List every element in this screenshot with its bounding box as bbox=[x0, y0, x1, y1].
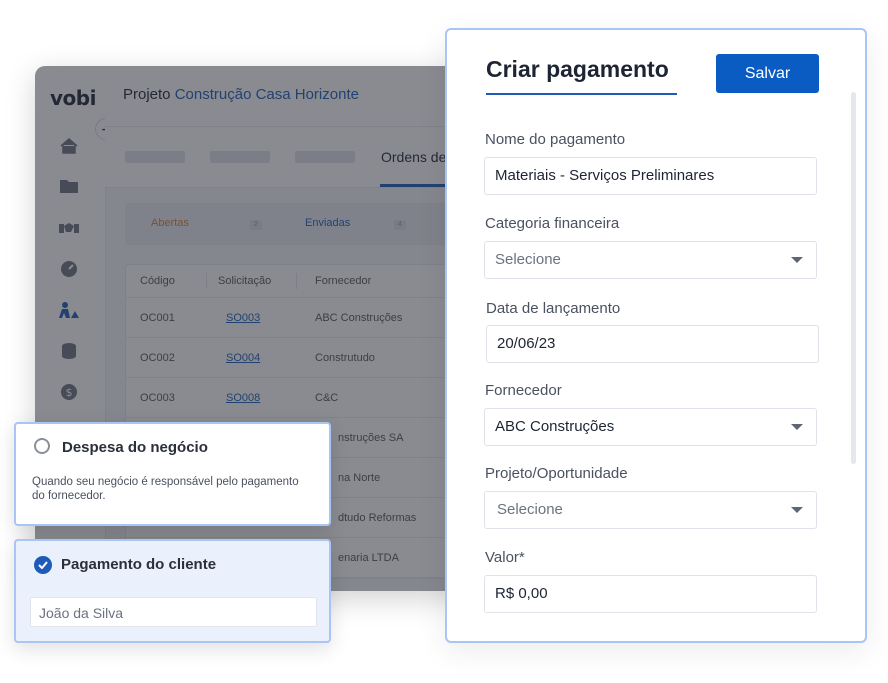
payment-name-input[interactable]: Materiais - Serviços Preliminares bbox=[484, 157, 817, 195]
vobi-logo: vobi bbox=[50, 86, 96, 110]
handshake-icon[interactable] bbox=[57, 218, 81, 238]
column-header-supplier: Fornecedor bbox=[315, 275, 372, 287]
financial-category-select[interactable]: Selecione bbox=[484, 241, 817, 279]
amount-label: Valor* bbox=[485, 549, 525, 566]
financial-category-placeholder: Selecione bbox=[495, 251, 561, 268]
app-header: Projeto Construção Casa Horizonte bbox=[105, 66, 480, 127]
cell-request-link[interactable]: SO003 bbox=[226, 312, 260, 324]
business-expense-title: Despesa do negócio bbox=[62, 439, 208, 456]
launch-date-input[interactable]: 20/06/23 bbox=[486, 325, 819, 363]
title-underline bbox=[486, 93, 677, 95]
dollar-icon[interactable]: $ bbox=[57, 382, 81, 402]
table-row[interactable]: OC003 SO008 C&C bbox=[126, 378, 480, 418]
status-tab-sent[interactable]: Enviadas bbox=[305, 217, 350, 229]
table-header-row: Código Solicitação Fornecedor bbox=[126, 265, 480, 298]
cell-code: OC001 bbox=[140, 312, 175, 324]
folder-icon[interactable] bbox=[57, 176, 81, 196]
save-button[interactable]: Salvar bbox=[716, 54, 819, 93]
sent-count-badge: 4 bbox=[394, 220, 406, 230]
coins-icon[interactable] bbox=[57, 341, 81, 361]
status-tab-open[interactable]: Abertas bbox=[151, 217, 189, 229]
amount-value: R$ 0,00 bbox=[495, 585, 548, 602]
supplier-value: ABC Construções bbox=[495, 418, 615, 435]
payment-name-label: Nome do pagamento bbox=[485, 131, 626, 148]
cell-request-link[interactable]: SO008 bbox=[226, 392, 260, 404]
cell-request-link[interactable]: SO004 bbox=[226, 352, 260, 364]
project-placeholder: Selecione bbox=[497, 501, 563, 518]
home-icon[interactable] bbox=[57, 136, 81, 156]
gauge-icon[interactable] bbox=[57, 259, 81, 279]
business-expense-description: Quando seu negócio é responsável pelo pa… bbox=[32, 476, 299, 502]
cell-code: OC002 bbox=[140, 352, 175, 364]
cell-supplier: nstruções SA bbox=[338, 432, 404, 444]
page-title: Criar pagamento bbox=[486, 56, 669, 82]
caret-down-icon bbox=[791, 257, 803, 263]
cell-supplier: Construtudo bbox=[315, 352, 375, 364]
supplier-label: Fornecedor bbox=[485, 382, 562, 399]
cell-code: OC003 bbox=[140, 392, 175, 404]
cell-supplier: dtudo Reformas bbox=[338, 512, 417, 524]
cell-supplier: C&C bbox=[315, 392, 339, 404]
caret-down-icon bbox=[791, 507, 803, 513]
client-name-input[interactable]: João da Silva bbox=[30, 597, 317, 627]
payment-name-value: Materiais - Serviços Preliminares bbox=[495, 167, 715, 184]
project-name[interactable]: Construção Casa Horizonte bbox=[175, 86, 359, 103]
cell-supplier: enaria LTDA bbox=[338, 552, 399, 564]
worker-icon[interactable] bbox=[57, 300, 81, 320]
project-prefix: Projeto bbox=[123, 86, 171, 103]
column-header-request: Solicitação bbox=[218, 275, 272, 287]
client-payment-option[interactable]: Pagamento do cliente João da Silva bbox=[14, 539, 331, 643]
cell-supplier: ABC Construções bbox=[315, 312, 403, 324]
table-row[interactable]: OC001 SO003 ABC Construções bbox=[126, 298, 480, 338]
client-name-value: João da Silva bbox=[39, 605, 124, 621]
check-circle-icon[interactable] bbox=[34, 556, 52, 574]
launch-date-label: Data de lançamento bbox=[486, 300, 621, 317]
tab-bar: Ordens de bbox=[105, 127, 480, 188]
supplier-select[interactable]: ABC Construções bbox=[484, 408, 817, 446]
svg-text:$: $ bbox=[66, 386, 73, 399]
tab-purchase-orders[interactable]: Ordens de bbox=[381, 149, 446, 165]
project-select[interactable]: Selecione bbox=[484, 491, 817, 529]
status-tabs: Abertas 2 Enviadas 4 bbox=[125, 203, 480, 245]
project-label: Projeto/Oportunidade bbox=[485, 465, 628, 482]
tab-placeholder[interactable] bbox=[210, 151, 270, 163]
launch-date-value: 20/06/23 bbox=[497, 335, 556, 352]
column-header-code: Código bbox=[140, 275, 175, 287]
business-expense-option[interactable]: Despesa do negócio Quando seu negócio é … bbox=[14, 422, 331, 526]
column-divider bbox=[206, 273, 207, 289]
table-row[interactable]: OC002 SO004 Construtudo bbox=[126, 338, 480, 378]
tab-placeholder[interactable] bbox=[125, 151, 185, 163]
caret-down-icon bbox=[791, 424, 803, 430]
open-count-badge: 2 bbox=[250, 220, 262, 230]
client-payment-title: Pagamento do cliente bbox=[61, 556, 217, 573]
tab-placeholder[interactable] bbox=[295, 151, 355, 163]
create-payment-panel: Criar pagamento Salvar Nome do pagamento… bbox=[445, 28, 867, 643]
project-breadcrumb: Projeto Construção Casa Horizonte bbox=[123, 86, 359, 103]
financial-category-label: Categoria financeira bbox=[485, 215, 620, 232]
amount-input[interactable]: R$ 0,00 bbox=[484, 575, 817, 613]
cell-supplier: na Norte bbox=[338, 472, 381, 484]
column-divider bbox=[296, 273, 297, 289]
scrollbar[interactable] bbox=[851, 92, 856, 464]
radio-unchecked-icon[interactable] bbox=[34, 438, 50, 454]
